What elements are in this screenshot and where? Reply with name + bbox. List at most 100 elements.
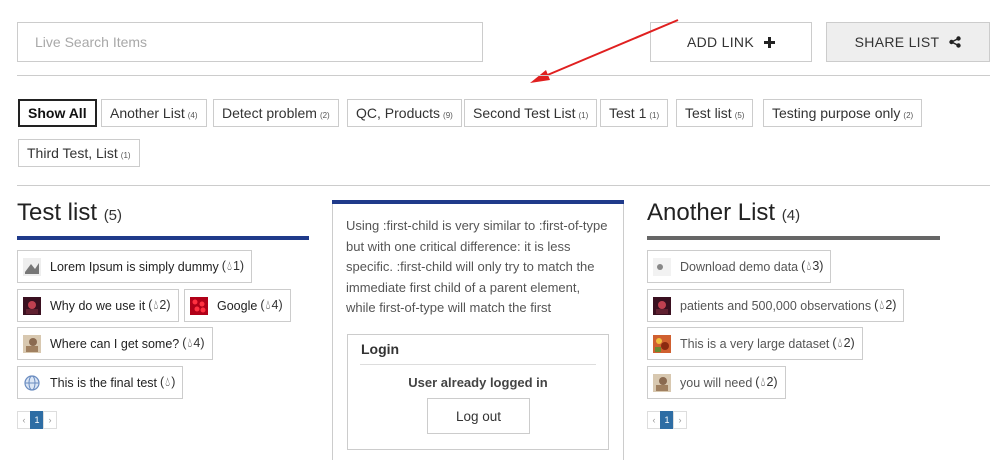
list-item[interactable]: Download demo data (💧︎3)	[647, 250, 832, 283]
filter-label: Test list	[685, 105, 732, 121]
pager-prev[interactable]: ‹	[17, 411, 31, 429]
item-count: (💧︎3)	[801, 259, 824, 273]
plus-icon	[763, 36, 775, 48]
filter-test-list[interactable]: Test list (5)	[676, 99, 754, 127]
leaf-icon: 💧︎	[165, 375, 171, 389]
item-label: Google	[217, 298, 258, 313]
column-accent-bar	[647, 236, 940, 240]
column-title-another-list: Another List (4)	[647, 199, 800, 227]
filter-label: Testing purpose only	[772, 105, 901, 121]
item-count: (💧︎2)	[874, 298, 897, 312]
pager-page[interactable]: 1	[660, 411, 674, 429]
filter-count: (1)	[649, 110, 660, 120]
filter-count: (2)	[319, 110, 330, 120]
filter-show-all[interactable]: Show All	[18, 99, 97, 127]
filter-bar: Show All Another List (4) Detect problem(…	[0, 99, 1000, 169]
image-thumb-icon	[653, 257, 671, 276]
list-item[interactable]: Why do we use it (💧︎2)	[17, 289, 179, 322]
image-thumb-icon	[23, 334, 41, 353]
filter-count: (1)	[120, 150, 131, 160]
list-item[interactable]: Lorem Ipsum is simply dummy (💧︎1)	[17, 250, 253, 283]
filter-testing-purpose-only[interactable]: Testing purpose only (2)	[763, 99, 923, 127]
image-thumb-icon	[190, 296, 208, 315]
filter-label: Second Test List	[473, 105, 576, 121]
item-count: (💧︎4)	[182, 336, 205, 350]
column-count: (5)	[103, 207, 123, 224]
filter-qc-products[interactable]: QC, Products (9)	[347, 99, 462, 127]
list-item[interactable]: patients and 500,000 observations (💧︎2)	[647, 289, 905, 322]
item-count: (💧︎2)	[832, 336, 855, 350]
column-title-text: Another List	[647, 199, 776, 226]
item-count: (💧︎)	[160, 375, 176, 389]
search-input[interactable]	[17, 22, 483, 62]
share-list-button[interactable]: SHARE LIST	[826, 22, 990, 62]
globe-icon	[24, 374, 40, 391]
filter-another-list[interactable]: Another List (4)	[101, 99, 207, 127]
pager-page[interactable]: 1	[30, 411, 44, 429]
pager-prev[interactable]: ‹	[647, 411, 661, 429]
item-label: patients and 500,000 observations	[680, 298, 872, 313]
filter-count: (4)	[187, 110, 198, 120]
column-accent-bar	[17, 236, 309, 240]
item-count-value: 3)	[812, 259, 824, 273]
item-count-value: 4)	[271, 298, 283, 312]
logout-button[interactable]: Log out	[427, 398, 530, 434]
item-count-value: 2)	[843, 336, 855, 350]
login-status: User already logged in	[408, 375, 548, 390]
item-count-value: 2)	[766, 375, 778, 389]
leaf-icon: 💧︎	[226, 259, 232, 273]
item-count: (💧︎2)	[148, 298, 171, 312]
item-count: (💧︎1)	[221, 259, 245, 273]
leaf-icon: 💧︎	[153, 298, 159, 312]
column-title-text: Test list	[17, 199, 98, 226]
item-count-value: 2)	[885, 298, 897, 312]
column-title-test-list: Test list (5)	[17, 199, 122, 227]
image-thumb-icon	[653, 296, 671, 315]
list-item[interactable]: This is the final test (💧︎)	[17, 366, 184, 399]
login-title: Login	[361, 341, 400, 357]
leaf-icon: 💧︎	[837, 336, 843, 350]
list-item[interactable]: Where can I get some? (💧︎4)	[17, 327, 213, 360]
item-count-value: )	[171, 375, 176, 389]
item-count: (💧︎4)	[260, 298, 283, 312]
filter-label: Show All	[28, 105, 87, 121]
filter-second-test-list[interactable]: Second Test List (1)	[464, 99, 598, 127]
pager-next[interactable]: ›	[43, 411, 57, 429]
leaf-icon: 💧︎	[879, 298, 885, 312]
divider	[17, 75, 990, 76]
share-list-label: SHARE LIST	[854, 34, 940, 50]
filter-test-1[interactable]: Test 1 (1)	[600, 99, 669, 127]
divider	[17, 185, 990, 186]
item-label: This is a very large dataset	[680, 336, 830, 351]
info-text: Using :first-child is very similar to :f…	[346, 218, 608, 315]
item-label: Download demo data	[680, 259, 799, 274]
filter-label: Another List	[110, 105, 185, 121]
image-thumb-icon	[653, 334, 671, 353]
annotation-arrow	[530, 19, 679, 83]
item-label: This is the final test	[50, 375, 157, 390]
pager-next[interactable]: ›	[673, 411, 687, 429]
list-item[interactable]: This is a very large dataset (💧︎2)	[647, 327, 863, 360]
image-thumb-icon	[23, 296, 41, 315]
pagination: ‹ 1 ›	[647, 411, 687, 429]
filter-count: (9)	[443, 110, 453, 120]
image-thumb-icon	[23, 257, 41, 276]
filter-detect-problem[interactable]: Detect problem (2)	[213, 99, 339, 127]
list-item[interactable]: you will need (💧︎2)	[647, 366, 786, 399]
filter-count: (2)	[903, 110, 914, 120]
list-item[interactable]: Google (💧︎4)	[184, 289, 291, 322]
filter-label: Detect problem	[222, 105, 317, 121]
item-count-value: 4)	[193, 336, 205, 350]
item-label: Where can I get some?	[50, 336, 180, 351]
filter-count: (1)	[578, 110, 589, 120]
add-link-label: ADD LINK	[687, 34, 754, 50]
filter-label: QC, Products	[356, 105, 441, 121]
leaf-icon: 💧︎	[187, 336, 193, 350]
divider	[360, 364, 596, 365]
filter-label: Third Test, List	[27, 145, 118, 161]
leaf-icon: 💧︎	[760, 375, 766, 389]
leaf-icon: 💧︎	[806, 259, 812, 273]
column-count: (4)	[781, 207, 801, 224]
filter-third-test-list[interactable]: Third Test, List (1)	[18, 139, 140, 167]
item-count: (💧︎2)	[755, 375, 778, 389]
